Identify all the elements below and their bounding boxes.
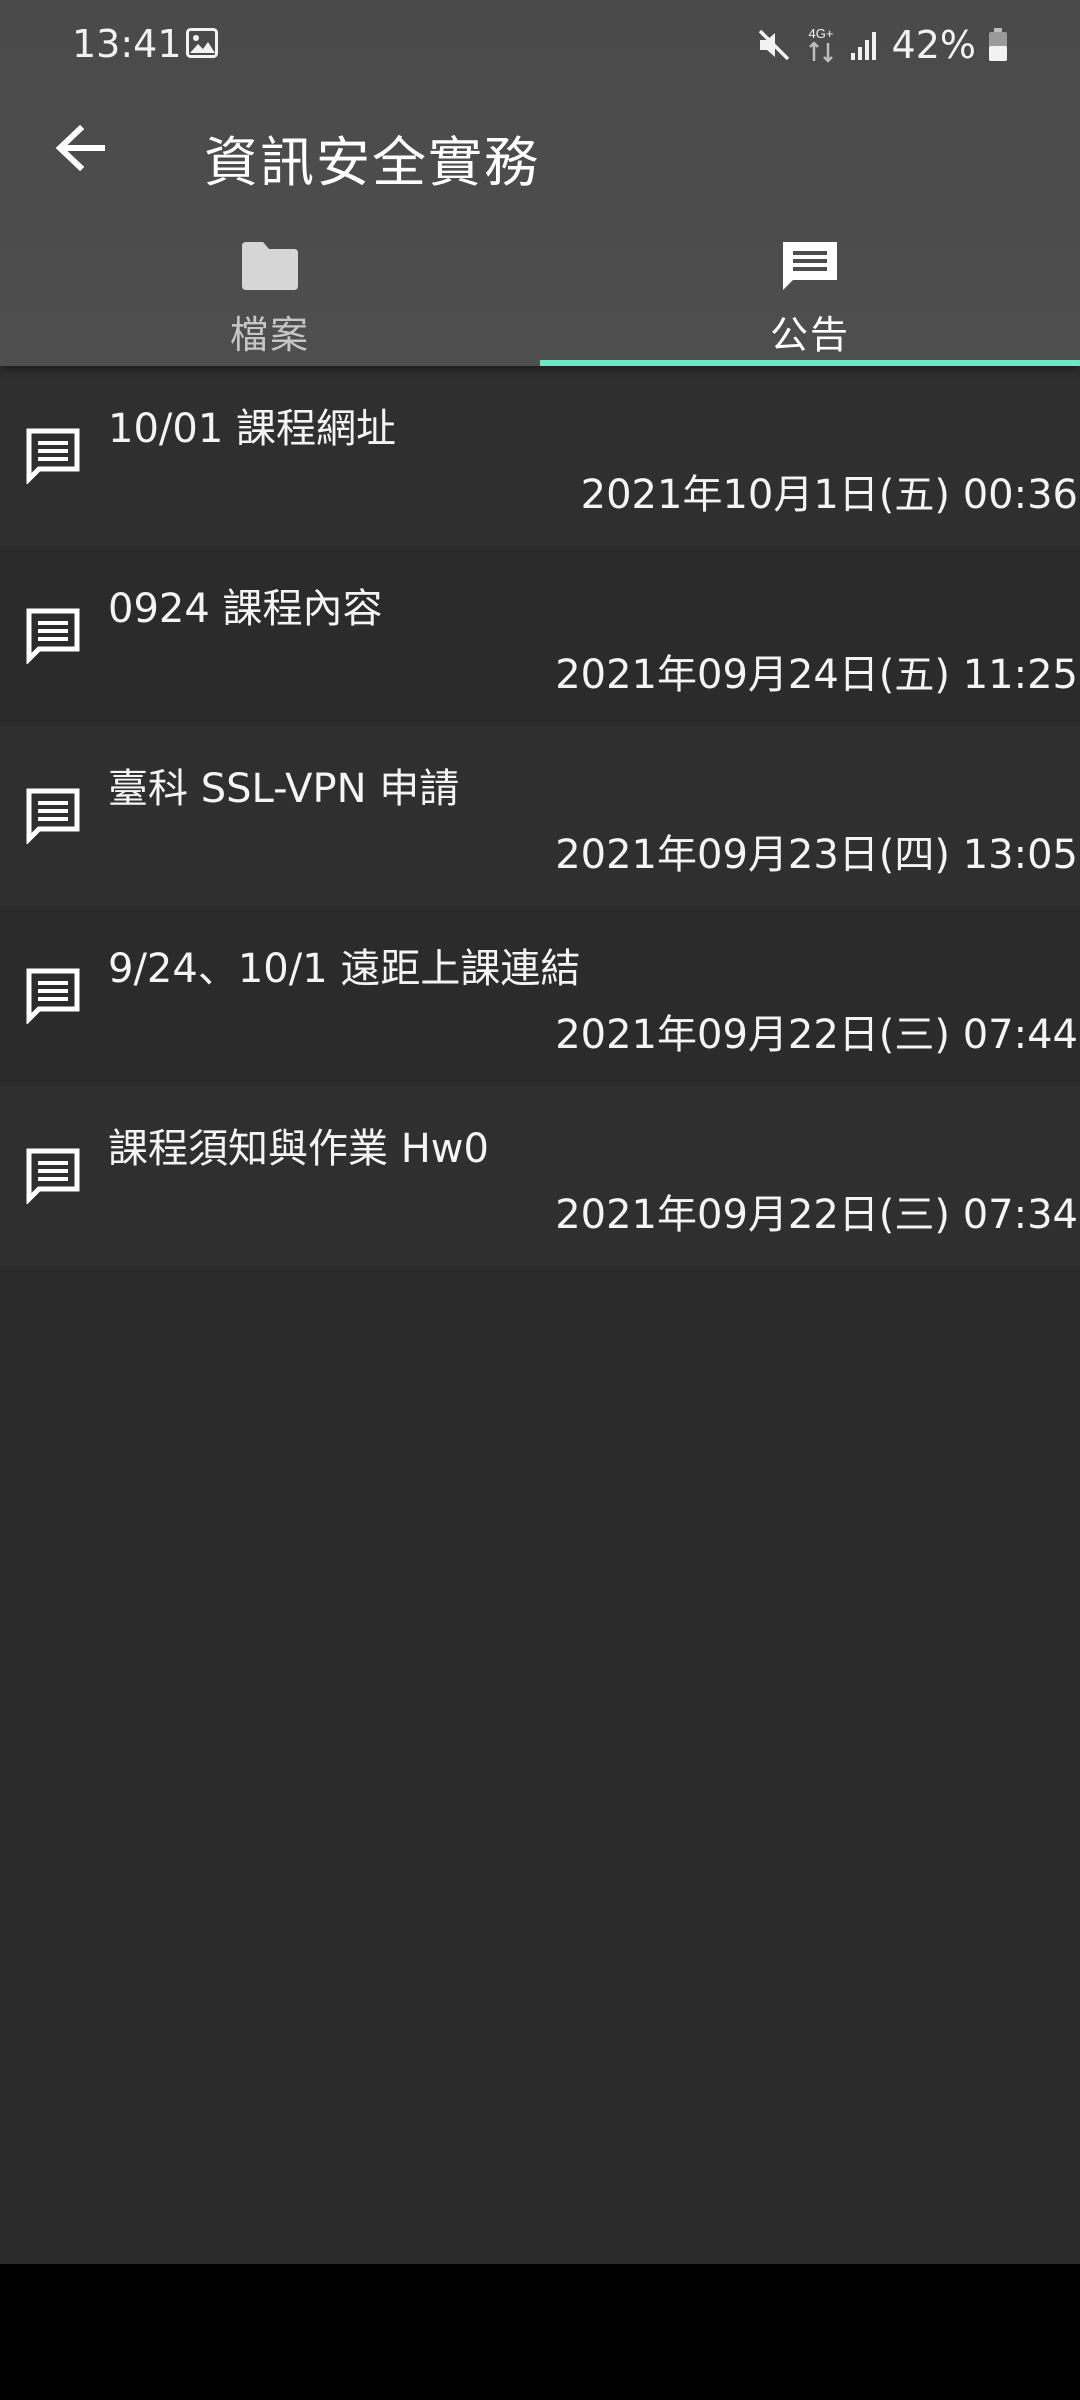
- tab-files-label: 檔案: [229, 313, 310, 357]
- message-icon: [783, 242, 837, 290]
- tab-announcements-label: 公告: [769, 313, 850, 357]
- message-icon: [26, 428, 80, 484]
- back-button[interactable]: [44, 112, 116, 184]
- network-4g-icon: 4G+: [808, 26, 833, 63]
- announcement-title: 9/24、10/1 遠距上課連結: [108, 946, 581, 992]
- list-item[interactable]: 9/24、10/1 遠距上課連結 2021年09月22日(三) 07:44: [0, 906, 1080, 1086]
- signal-icon: [850, 32, 876, 60]
- list-item[interactable]: 課程須知與作業 Hw0 2021年09月22日(三) 07:34: [0, 1086, 1080, 1266]
- message-icon: [26, 608, 80, 664]
- tab-indicator: [540, 360, 1080, 366]
- status-time: 13:41: [72, 22, 182, 66]
- list-item[interactable]: 10/01 課程網址 2021年10月1日(五) 00:36: [0, 366, 1080, 546]
- tab-announcements[interactable]: 公告: [540, 220, 1080, 366]
- status-bar: 13:41 4G+ 42%: [0, 0, 1080, 90]
- network-4g-label: 4G+: [808, 26, 833, 41]
- arrow-left-icon: [55, 124, 105, 172]
- system-navigation-bar: [0, 2264, 1080, 2400]
- battery-percent: 42%: [891, 23, 976, 67]
- announcement-date: 2021年09月24日(五) 11:25: [555, 652, 1078, 698]
- announcement-date: 2021年09月22日(三) 07:34: [555, 1192, 1078, 1238]
- announcement-title: 臺科 SSL-VPN 申請: [108, 766, 460, 812]
- announcement-title: 課程須知與作業 Hw0: [108, 1126, 489, 1172]
- announcement-list: 10/01 課程網址 2021年10月1日(五) 00:36 0924 課程內容…: [0, 366, 1080, 1266]
- list-item[interactable]: 臺科 SSL-VPN 申請 2021年09月23日(四) 13:05: [0, 726, 1080, 906]
- mute-icon: [758, 29, 789, 61]
- announcement-date: 2021年10月1日(五) 00:36: [580, 472, 1078, 518]
- message-icon: [26, 968, 80, 1024]
- announcement-title: 0924 課程內容: [108, 586, 383, 632]
- screen: 13:41 4G+ 42% 資訊安全實務 檔案 公告 10/01 課程網址 20…: [0, 0, 1080, 2400]
- message-icon: [26, 788, 80, 844]
- gallery-icon: [186, 28, 218, 58]
- toolbar: 資訊安全實務: [0, 90, 1080, 220]
- message-icon: [26, 1148, 80, 1204]
- app-bar: 13:41 4G+ 42% 資訊安全實務 檔案 公告: [0, 0, 1080, 366]
- announcement-date: 2021年09月23日(四) 13:05: [555, 832, 1078, 878]
- page-title: 資訊安全實務: [204, 131, 540, 194]
- folder-icon: [242, 242, 298, 290]
- announcement-title: 10/01 課程網址: [108, 406, 396, 452]
- tab-files[interactable]: 檔案: [0, 220, 540, 366]
- battery-icon: [989, 28, 1007, 61]
- list-item[interactable]: 0924 課程內容 2021年09月24日(五) 11:25: [0, 546, 1080, 726]
- status-icons: 4G+ 42%: [756, 20, 1008, 70]
- tab-bar: 檔案 公告: [0, 220, 1080, 366]
- announcement-date: 2021年09月22日(三) 07:44: [555, 1012, 1078, 1058]
